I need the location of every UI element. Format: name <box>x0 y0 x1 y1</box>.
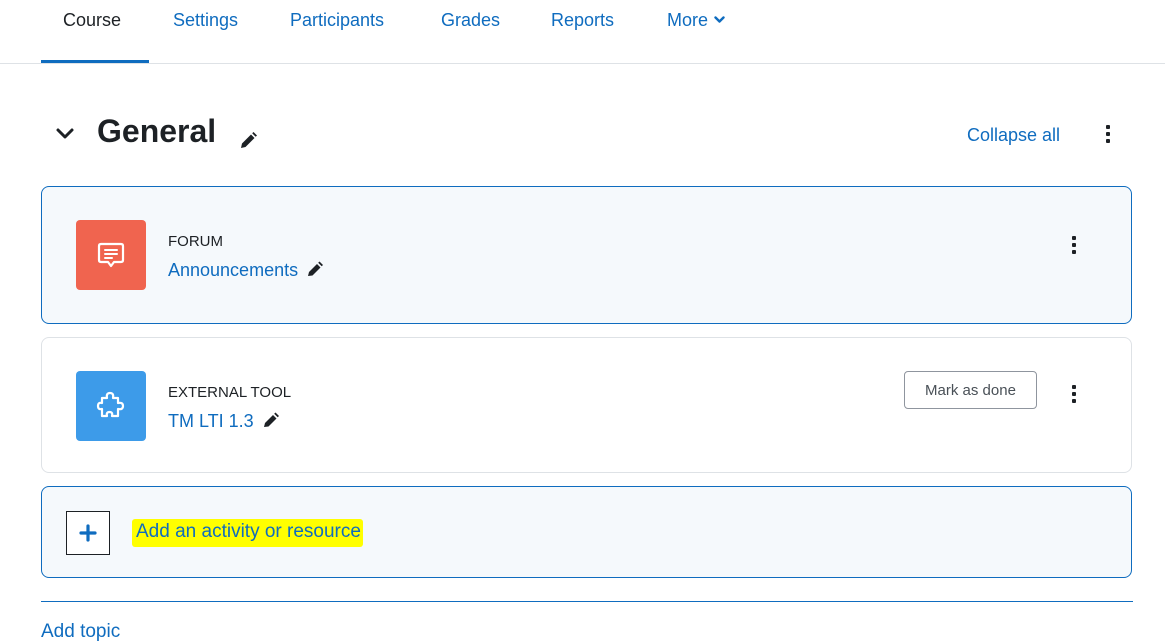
activity-card-forum: FORUM Announcements <box>41 186 1132 324</box>
section-edit-pencil-icon[interactable] <box>238 131 262 151</box>
tab-grades[interactable]: Grades <box>441 10 500 31</box>
section-title: General <box>97 113 217 149</box>
divider <box>41 601 1133 602</box>
puzzle-icon <box>76 371 146 441</box>
active-tab-indicator <box>41 60 149 63</box>
section-menu-kebab-icon[interactable] <box>1103 124 1113 146</box>
mark-as-done-button[interactable]: Mark as done <box>904 371 1037 409</box>
activity-name: Announcements <box>168 260 299 280</box>
activity-menu-kebab-icon[interactable] <box>1069 384 1079 406</box>
tab-more[interactable]: More <box>667 10 725 31</box>
add-activity-link[interactable]: Add an activity or resource <box>132 519 363 547</box>
collapse-all-link[interactable]: Collapse all <box>967 125 1060 146</box>
tab-more-label: More <box>667 10 709 30</box>
activity-link-announcements[interactable]: Announcements <box>168 260 326 281</box>
edit-pencil-icon[interactable] <box>306 260 326 278</box>
chevron-down-icon <box>714 16 725 23</box>
activity-card-external-tool: EXTERNAL TOOL TM LTI 1.3 Mark as done <box>41 337 1132 473</box>
activity-link-tm-lti[interactable]: TM LTI 1.3 <box>168 411 282 432</box>
secondary-navigation: Course Settings Participants Grades Repo… <box>0 0 1165 64</box>
activity-name: TM LTI 1.3 <box>168 411 254 431</box>
add-activity-card: Add an activity or resource <box>41 486 1132 578</box>
plus-icon <box>79 524 97 542</box>
tab-reports[interactable]: Reports <box>551 10 614 31</box>
activity-type-label: FORUM <box>168 233 223 250</box>
tab-participants[interactable]: Participants <box>290 10 384 31</box>
forum-icon <box>76 220 146 290</box>
activity-menu-kebab-icon[interactable] <box>1069 235 1079 257</box>
add-activity-button[interactable] <box>66 511 110 555</box>
section-collapse-chevron-icon[interactable] <box>55 126 75 142</box>
add-topic-link[interactable]: Add topic <box>41 621 120 643</box>
tab-course[interactable]: Course <box>63 10 121 31</box>
tab-settings[interactable]: Settings <box>173 10 238 31</box>
activity-type-label: EXTERNAL TOOL <box>168 384 292 401</box>
edit-pencil-icon[interactable] <box>262 411 282 429</box>
